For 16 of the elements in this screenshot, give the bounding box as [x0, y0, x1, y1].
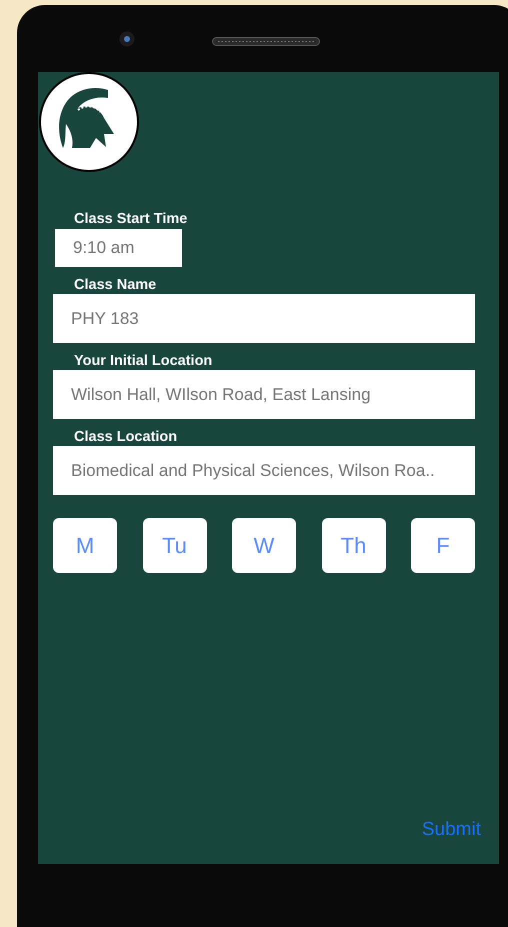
field-label: Class Start Time	[74, 210, 188, 228]
submit-button[interactable]: Submit	[422, 816, 481, 844]
day-button[interactable]: Th	[322, 518, 386, 573]
input-field[interactable]: Wilson Hall, WIlson Road, East Lansing	[53, 370, 475, 419]
day-button[interactable]: F	[411, 518, 475, 573]
field-label: Your Initial Location	[74, 352, 214, 370]
field-label: Class Location	[74, 428, 178, 446]
day-button[interactable]: W	[232, 518, 296, 573]
day-button[interactable]: Tu	[142, 518, 206, 573]
day-button[interactable]: M	[53, 518, 117, 573]
input-field[interactable]: PHY 183	[53, 294, 475, 343]
camera-icon	[119, 31, 135, 47]
input-field[interactable]: Biomedical and Physical Sciences, Wilson Roa..	[53, 446, 475, 495]
field-label: Class Name	[74, 276, 158, 294]
speaker-grille-icon	[212, 37, 320, 46]
time-field[interactable]: 9:10 am	[55, 229, 182, 267]
